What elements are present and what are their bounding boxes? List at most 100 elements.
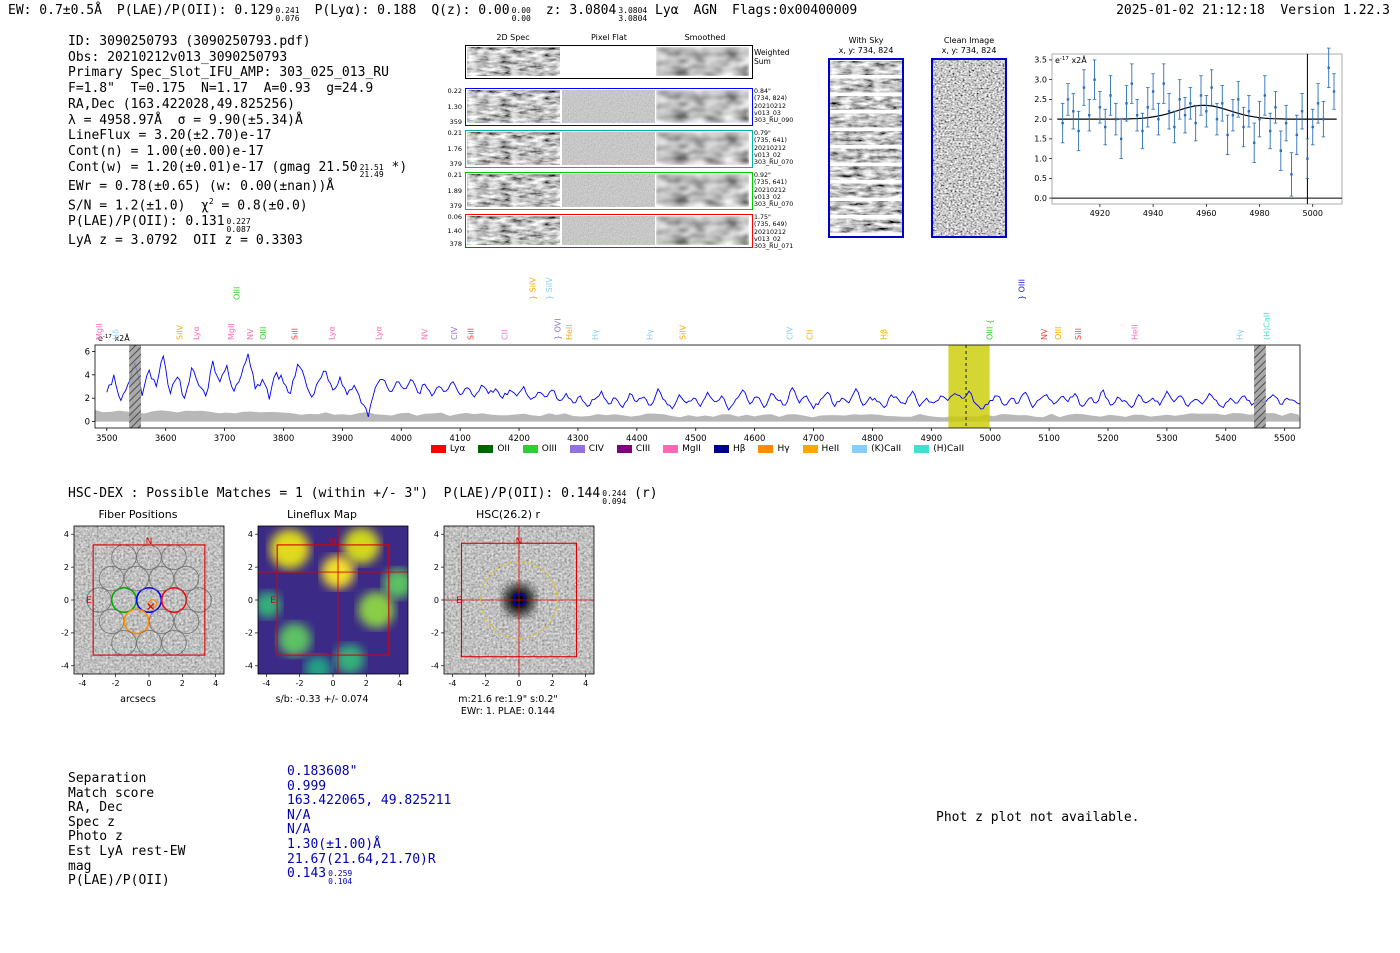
legend-label: (K)CaII	[871, 444, 902, 454]
legend-item: (H)CaII	[914, 444, 964, 454]
info-line: Cont(w) = 1.20(±0.01)e-17 (gmag 21.50 21.…	[68, 159, 408, 180]
svg-text:2: 2	[248, 563, 253, 572]
svg-text:4600: 4600	[744, 434, 766, 444]
spec2d-cell-2dspec	[467, 174, 560, 207]
svg-text:2.5: 2.5	[1034, 95, 1047, 104]
match-row-label: P(LAE)/P(OII)	[68, 873, 170, 889]
svg-text:-2: -2	[431, 629, 439, 638]
header-stats-row: EW: 0.7±0.5Å P(LAE)/P(OII): 0.129 0.241 0.0…	[8, 3, 857, 22]
svg-text:0: 0	[146, 679, 151, 688]
svg-text:-4: -4	[61, 662, 69, 671]
legend-label: (H)CaII	[933, 444, 965, 454]
spec2d-row-stats: 0.21 1.76 379	[447, 129, 462, 168]
info-line: EWr = 0.78(±0.65) (w: 0.00(±nan))Å	[68, 178, 335, 194]
legend-label: CIII	[635, 444, 651, 454]
svg-text:5400: 5400	[1215, 434, 1237, 444]
svg-text:E: E	[86, 596, 92, 606]
svg-text:4: 4	[583, 679, 588, 688]
svg-text:4200: 4200	[508, 434, 530, 444]
svg-text:Lyα: Lyα	[192, 326, 201, 340]
spec2d-cell-2dspec	[467, 90, 560, 123]
svg-text:4: 4	[248, 530, 253, 539]
lineflux-xlabel: s/b: -0.33 +/- 0.074	[275, 694, 369, 705]
svg-text:4: 4	[434, 530, 439, 539]
svg-text:NV: NV	[1040, 328, 1049, 340]
svg-text:2: 2	[85, 394, 90, 404]
svg-text:3700: 3700	[214, 434, 236, 444]
svg-text:Hγ: Hγ	[645, 329, 654, 340]
svg-text:4: 4	[397, 679, 402, 688]
svg-text:OIII: OIII	[1054, 327, 1063, 340]
info-line: λ = 4958.97Å σ = 9.90(±5.34)Å	[68, 112, 303, 128]
hsc-xlabel-1: m:21.6 re:1.9" s:0.2"	[458, 694, 558, 705]
svg-text:} OIII: } OIII	[1018, 279, 1027, 300]
header-stat: AGN	[693, 3, 718, 18]
svg-text:5200: 5200	[1097, 434, 1119, 444]
header-stat: EW: 0.7±0.5Å	[8, 3, 102, 18]
spec2d-cell-pixelflat	[561, 216, 655, 245]
detection-info-block: ID: 3090250793 (3090250793.pdf) Obs: 2021…	[68, 34, 407, 249]
svg-text:Hγ: Hγ	[591, 329, 600, 340]
withsky-title: With Sky	[848, 36, 884, 45]
catalog-match-table: Separation 0.183608" Match score 0.999 RA, D…	[68, 764, 451, 892]
svg-text:Lyα: Lyα	[374, 326, 383, 340]
svg-text:5100: 5100	[1038, 434, 1060, 444]
svg-text:5000: 5000	[979, 434, 1001, 444]
svg-text:SiII: SiII	[466, 328, 475, 340]
svg-text:Hγ: Hγ	[1235, 329, 1244, 340]
svg-text:} SiIV: } SiIV	[529, 277, 538, 300]
header-stat: Q(z): 0.00 0.00 0.00	[431, 3, 531, 23]
spec2d-row-stats: 0.21 1.89 379	[447, 171, 462, 210]
legend-item: CIV	[569, 444, 604, 454]
svg-text:4960: 4960	[1196, 209, 1216, 218]
svg-text:4: 4	[213, 679, 218, 688]
withsky-image	[830, 61, 902, 233]
info-line: S/N = 1.2(±1.0) χ2 = 0.8(±0.0)	[68, 197, 308, 214]
hsc-cutout-title: HSC(26.2) r	[475, 508, 541, 521]
spec2d-cell-smoothed	[656, 90, 749, 123]
svg-text:-2: -2	[112, 679, 120, 688]
cleanimage-header: Clean Image x, y: 734, 824	[931, 36, 1007, 56]
legend-label: OII	[497, 444, 510, 454]
timestamp-version: 2025-01-02 21:12:18 Version 1.22.3	[1116, 3, 1390, 18]
legend-item: OIII	[522, 444, 557, 454]
svg-text:MgII: MgII	[227, 323, 236, 340]
svg-text:Hβ: Hβ	[880, 329, 889, 340]
svg-text:4300: 4300	[567, 434, 589, 444]
legend-item: CIII	[616, 444, 651, 454]
svg-text:OIII: OIII	[232, 287, 241, 300]
match-row-value: 0.999	[287, 778, 327, 794]
svg-text:OIII: OIII	[259, 327, 268, 340]
spec2d-row-annotation: 1.75" (735, 649) 20210212 v013_02 303_RU_071	[754, 214, 794, 251]
full-spectrum-panel: 3500 3600 3700 3800 3900 4000 4100 4200 4300 4400…	[78, 268, 1318, 454]
svg-text:4100: 4100	[449, 434, 471, 444]
spec2d-cell-smoothed	[656, 216, 749, 245]
svg-text:CIV: CIV	[450, 326, 459, 340]
fiber-svg: N E -4 -2 0 2 4 -4 -2 0 2 4	[61, 525, 225, 688]
info-line: Obs: 20210212v013_3090250793	[68, 49, 288, 65]
info-line: Primary Spec_Slot_IFU_AMP: 303_025_013_R…	[68, 65, 389, 81]
spec2d-col-2dspec: 2D Spec	[496, 33, 530, 42]
svg-text:5500: 5500	[1274, 434, 1296, 444]
match-row-value: 21.67(21.64,21.70)R	[287, 851, 436, 867]
legend-item: Lyα	[430, 444, 465, 454]
svg-text:4980: 4980	[1249, 209, 1269, 218]
legend-label: MgII	[682, 444, 701, 454]
spec2d-row-stats: 0.06 1.40 378	[447, 213, 462, 248]
legend-swatch	[430, 445, 446, 453]
svg-text:-2: -2	[61, 629, 69, 638]
svg-text:NV: NV	[246, 328, 255, 340]
legend-label: CIV	[588, 444, 604, 454]
svg-text:OIII {: OIII {	[986, 319, 995, 340]
match-row-value: 0.183608"	[287, 764, 358, 779]
hsc-cutout-figure: N E -4 -2 0 2 4 -4 -2 0 2 4	[416, 522, 600, 694]
svg-text:-2: -2	[296, 679, 304, 688]
legend-swatch	[616, 445, 632, 453]
lineflux-map-figure: N E -4 -2 0 2 4 -4 -2 0 2 4	[230, 522, 414, 694]
svg-text:2: 2	[434, 563, 439, 572]
svg-text:4700: 4700	[803, 434, 825, 444]
svg-text:0.5: 0.5	[1034, 174, 1047, 183]
svg-text:} SiIV: } SiIV	[545, 277, 554, 300]
svg-text:CIV: CIV	[785, 326, 794, 340]
stacked-uncertainty: 0.00 0.00	[511, 6, 531, 23]
